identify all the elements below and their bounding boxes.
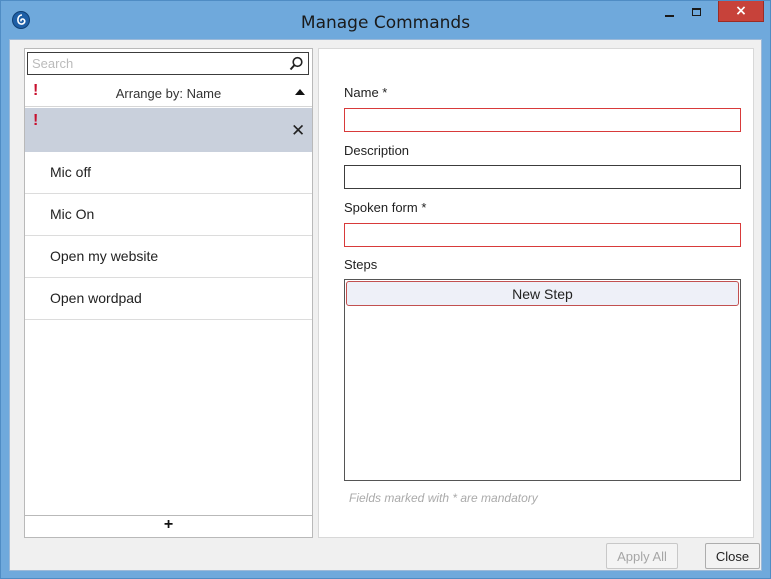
search-icon[interactable] xyxy=(289,56,304,71)
search-input[interactable] xyxy=(32,55,282,72)
title-bar[interactable]: Manage Commands × xyxy=(1,1,770,39)
close-icon: × xyxy=(735,3,747,19)
close-window-button[interactable]: × xyxy=(718,1,764,22)
steps-label: Steps xyxy=(344,257,378,272)
command-list: Mic off Mic On Open my website Open word… xyxy=(25,152,312,320)
close-button[interactable]: Close xyxy=(705,543,760,569)
name-label: Name * xyxy=(344,85,388,100)
warning-icon: ! xyxy=(33,112,39,129)
spoken-form-field[interactable] xyxy=(344,223,741,247)
name-field[interactable] xyxy=(344,108,741,132)
steps-list[interactable]: New Step xyxy=(344,279,741,481)
search-box[interactable] xyxy=(27,52,309,75)
apply-all-button[interactable]: Apply All xyxy=(606,543,678,569)
description-field[interactable] xyxy=(344,165,741,189)
sort-ascending-icon[interactable] xyxy=(295,89,305,95)
list-item[interactable]: Open wordpad xyxy=(25,278,312,320)
list-item[interactable]: Mic On xyxy=(25,194,312,236)
command-list-panel: ! Arrange by: Name ! ✕ Mic off Mic On Op… xyxy=(24,48,313,538)
description-label: Description xyxy=(344,143,410,158)
command-editor-panel: Name * Description Spoken form * Steps N… xyxy=(318,48,754,538)
mandatory-hint: Fields marked with * are mandatory xyxy=(349,491,538,505)
list-item[interactable]: Mic off xyxy=(25,152,312,194)
list-item[interactable]: Open my website xyxy=(25,236,312,278)
new-step-button[interactable]: New Step xyxy=(346,281,739,306)
add-command-button[interactable]: + xyxy=(25,515,312,537)
maximize-button[interactable] xyxy=(683,1,710,22)
arrange-by-label[interactable]: Arrange by: Name xyxy=(25,86,312,101)
spoken-form-label: Spoken form * xyxy=(344,200,427,215)
minimize-button[interactable] xyxy=(655,1,683,22)
dialog-body: ! Arrange by: Name ! ✕ Mic off Mic On Op… xyxy=(9,39,762,571)
delete-icon[interactable]: ✕ xyxy=(291,121,305,141)
minimize-icon xyxy=(664,14,674,17)
arrange-by-header[interactable]: ! Arrange by: Name xyxy=(25,78,312,107)
maximize-icon xyxy=(692,7,701,16)
manage-commands-window: Manage Commands × ! Arrange by: Name xyxy=(0,0,771,579)
new-command-item[interactable]: ! ✕ xyxy=(25,108,312,152)
